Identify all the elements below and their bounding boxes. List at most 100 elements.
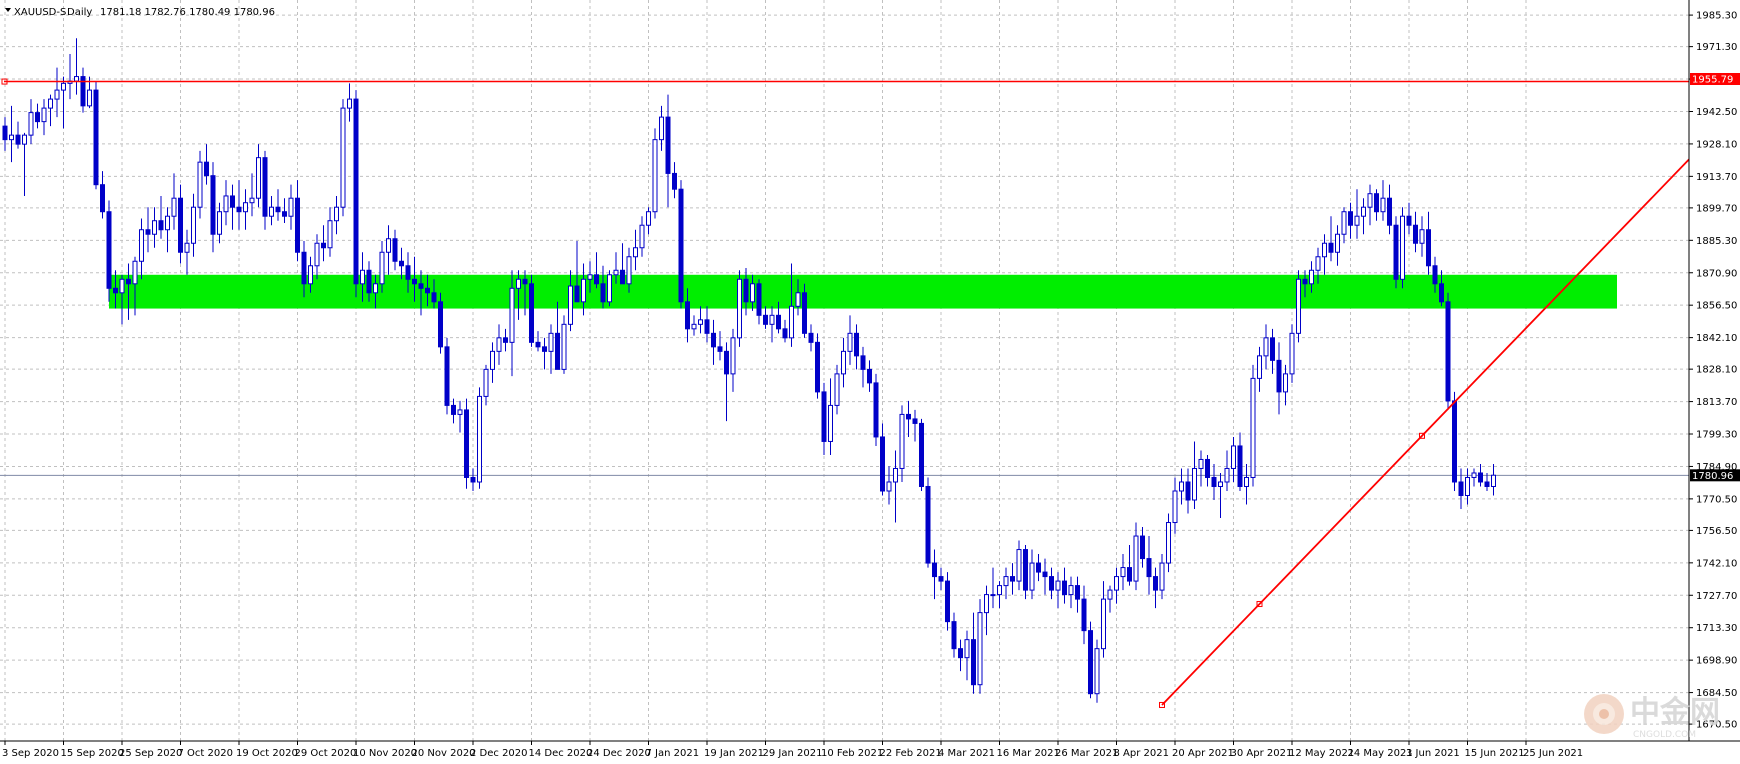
candle-body-bear: [756, 283, 762, 316]
time-tick-label: 19 Oct 2020: [236, 748, 298, 759]
candle-body-bear: [1393, 224, 1399, 280]
candle-body-bull: [607, 274, 612, 303]
candle-body-bear: [412, 278, 417, 285]
candle-body-bull: [730, 337, 736, 375]
candle-body-bear: [275, 206, 281, 213]
time-tick-label: 4 Mar 2021: [938, 748, 995, 759]
candle-body-bull: [1380, 197, 1386, 213]
candle-body-bull: [308, 265, 313, 285]
candle-body-bear: [938, 576, 944, 582]
candle-body-bull: [964, 639, 970, 659]
candle-body-bull: [477, 395, 482, 483]
time-tick-label: 22 Feb 2021: [880, 748, 942, 759]
candle-body-bull: [171, 197, 177, 217]
candle-body-bear: [451, 404, 456, 415]
candle-body-bull: [1133, 535, 1139, 582]
candle-body-bear: [854, 332, 859, 357]
price-tick-label: 1928.10: [1696, 139, 1737, 150]
time-tick-label: 15 Jun 2021: [1465, 748, 1525, 759]
candle-body-bull: [1224, 467, 1230, 483]
candle-body-bear: [1426, 229, 1431, 267]
time-tick-label: 10 Nov 2020: [353, 748, 417, 759]
time-tick-label: 12 May 2021: [1289, 748, 1354, 759]
candle-body-bull: [74, 76, 79, 82]
candle-body-bear: [1153, 576, 1158, 591]
candle-body-bull: [847, 332, 853, 352]
candle-body-bull: [893, 467, 898, 483]
candle-body-bull: [1055, 580, 1061, 591]
candle-body-bear: [399, 260, 404, 267]
candle: [561, 315, 567, 374]
candle-body-bear: [93, 89, 99, 186]
candle-body-bull: [1114, 576, 1119, 591]
time-tick-label: 15 Sep 2020: [61, 748, 124, 759]
candle: [464, 398, 469, 489]
price-tick-label: 1727.70: [1696, 591, 1737, 602]
candle-body-bear: [535, 341, 541, 348]
candle-body-bear: [1237, 445, 1243, 487]
time-tick-label: 26 Mar 2021: [1055, 748, 1118, 759]
candle-body-bear: [113, 287, 118, 294]
time-tick-label: 24 May 2021: [1348, 748, 1413, 759]
time-tick-label: 16 Mar 2021: [997, 748, 1060, 759]
time-tick-label: 19 Jan 2021: [704, 748, 764, 759]
candle-body-bull: [314, 242, 320, 267]
candle: [1094, 639, 1100, 703]
candle-body-bear: [958, 648, 963, 659]
candle-body-bear: [158, 220, 164, 231]
candle-body-bear: [555, 332, 560, 370]
candle-body-bull: [1257, 355, 1262, 379]
candle-body-bull: [997, 585, 1002, 596]
support-resistance-zone[interactable]: [109, 274, 1617, 309]
candle-body-bear: [418, 283, 424, 289]
candle: [977, 599, 983, 694]
candle-body-bear: [1010, 576, 1015, 582]
time-tick-label: 10 Feb 2021: [821, 748, 883, 759]
candle: [93, 81, 99, 190]
candle-body-bull: [1192, 467, 1197, 501]
candle-body-bull: [561, 323, 567, 370]
candle-body-bull: [119, 278, 125, 294]
candle-body-bull: [1166, 522, 1171, 564]
candle-body-bull: [750, 283, 755, 303]
candle-body-bull: [1354, 215, 1360, 226]
candle-body-bear: [906, 413, 911, 420]
candle-body-bull: [1263, 337, 1269, 357]
price-chart[interactable]: 1985.301971.301956.901942.501928.101913.…: [0, 0, 1740, 764]
candle-body-bear: [106, 211, 112, 289]
candle-body-bear: [945, 580, 950, 623]
candle-body-bull: [1029, 562, 1035, 591]
price-tick-label: 1885.30: [1696, 236, 1737, 247]
price-tick-label: 1899.70: [1696, 203, 1737, 214]
time-tick-label: 29 Jan 2021: [763, 748, 823, 759]
price-tick-label: 1985.30: [1696, 11, 1737, 22]
candle-body-bear: [1484, 481, 1490, 487]
candle-body-bear: [321, 242, 326, 249]
candle-body-bear: [912, 418, 918, 424]
candle-body-bull: [386, 238, 391, 253]
candle-body-bull: [568, 285, 573, 325]
time-tick-label: 3 Sep 2020: [2, 748, 59, 759]
candle-body-bear: [815, 341, 820, 393]
candle-body-bull: [548, 332, 554, 352]
price-tick-label: 1870.90: [1696, 268, 1737, 279]
candle-body-bull: [1367, 193, 1373, 208]
current-price-label: 1780.96: [1690, 469, 1740, 482]
candle-body-bear: [724, 350, 729, 375]
candle-body-bear: [925, 485, 931, 564]
candle-body-bull: [48, 98, 53, 109]
candle-body-bull: [249, 197, 255, 204]
time-tick-label: 3 Jun 2021: [1406, 748, 1460, 759]
candle-body-bear: [951, 621, 957, 650]
candle: [919, 418, 924, 491]
price-tick-label: 1713.30: [1696, 623, 1737, 634]
candle-body-bear: [236, 206, 242, 213]
price-tick-label: 1842.10: [1696, 333, 1737, 344]
candle-body-bull: [977, 612, 983, 686]
candle-body-bull: [789, 305, 794, 339]
candle: [678, 180, 684, 309]
candle-body-bear: [444, 346, 450, 406]
candle-body-bear: [2, 125, 8, 141]
candle-body-bull: [652, 139, 658, 213]
candle-body-bear: [431, 292, 437, 303]
